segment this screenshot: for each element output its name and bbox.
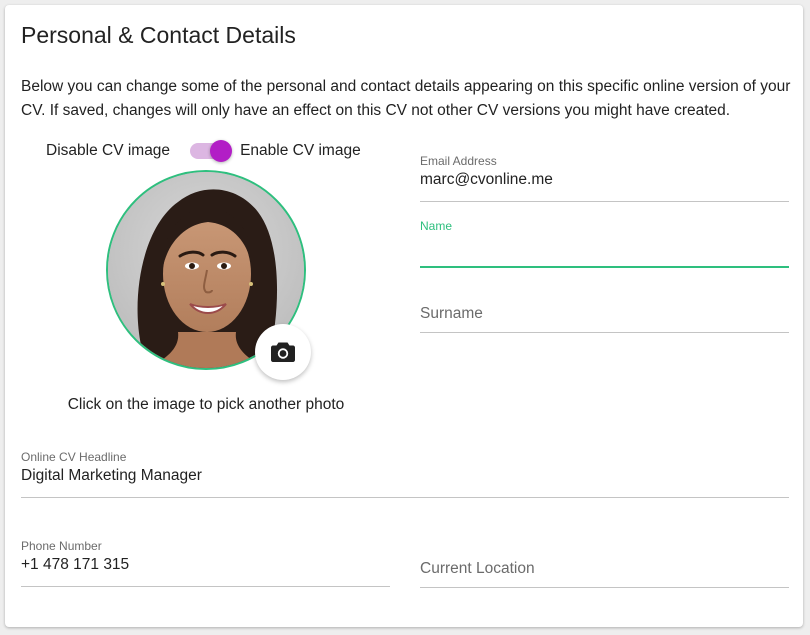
headline-value[interactable]: Digital Marketing Manager xyxy=(21,467,202,485)
current-location-field[interactable]: Current Location xyxy=(420,556,789,588)
phone-underline xyxy=(21,586,390,587)
name-field[interactable]: Name xyxy=(420,219,789,269)
surname-field[interactable]: Surname xyxy=(420,301,789,333)
toggle-thumb xyxy=(210,140,233,162)
section-title: Personal & Contact Details xyxy=(21,22,296,48)
phone-field[interactable]: Phone Number +1 478 171 315 xyxy=(21,539,390,587)
photo-hint-text: Click on the image to pick another photo xyxy=(67,396,345,413)
surname-underline xyxy=(420,332,789,333)
headline-underline xyxy=(21,497,789,498)
enable-cv-image-label: Enable CV image xyxy=(240,142,361,159)
phone-value[interactable]: +1 478 171 315 xyxy=(21,556,129,574)
email-label: Email Address xyxy=(420,154,497,168)
change-photo-button[interactable] xyxy=(255,324,311,380)
headline-label: Online CV Headline xyxy=(21,450,127,464)
personal-details-card: Personal & Contact Details Below you can… xyxy=(5,5,803,627)
camera-icon xyxy=(271,342,295,362)
email-field[interactable]: Email Address marc@cvonline.me xyxy=(420,154,789,202)
phone-label: Phone Number xyxy=(21,539,102,553)
current-location-placeholder: Current Location xyxy=(420,560,535,577)
cv-image-toggle-switch[interactable] xyxy=(190,139,233,163)
headline-field[interactable]: Online CV Headline Digital Marketing Man… xyxy=(21,450,789,498)
name-underline xyxy=(420,266,789,268)
email-value[interactable]: marc@cvonline.me xyxy=(420,171,553,189)
profile-photo-picker[interactable] xyxy=(106,170,311,380)
disable-cv-image-label: Disable CV image xyxy=(46,142,171,159)
surname-placeholder: Surname xyxy=(420,305,483,322)
email-underline xyxy=(420,201,789,202)
section-description: Below you can change some of the persona… xyxy=(21,78,791,119)
current-location-underline xyxy=(420,587,789,588)
cv-image-toggle-row: Disable CV image Enable CV image xyxy=(46,139,361,163)
name-label: Name xyxy=(420,219,453,233)
